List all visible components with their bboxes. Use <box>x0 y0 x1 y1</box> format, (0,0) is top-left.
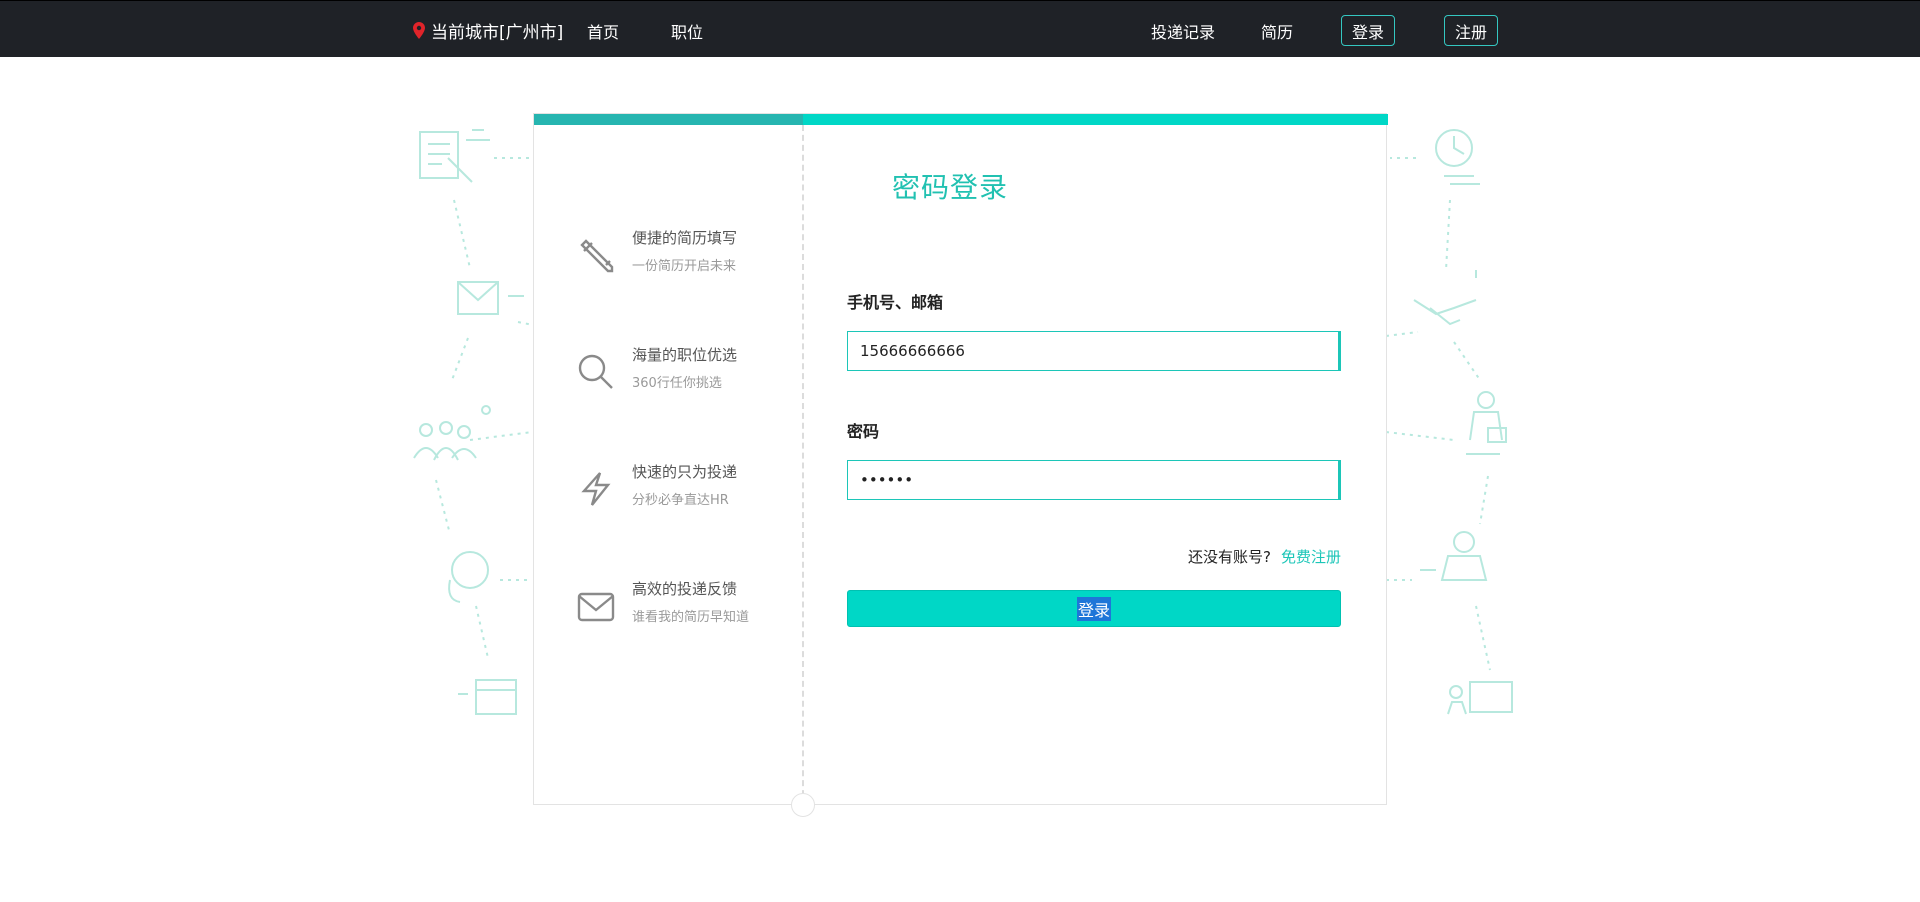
card-top-accent-right <box>803 114 1388 125</box>
feature-subtitle: 一份简历开启未来 <box>632 259 737 274</box>
login-card: 便捷的简历填写 一份简历开启未来 海量的职位优选 360行任你挑选 快速的只为投… <box>533 113 1388 817</box>
envelope-outline-icon <box>457 281 524 315</box>
nav-login-button[interactable]: 登录 <box>1341 15 1395 46</box>
feature-subtitle: 360行任你挑选 <box>632 376 722 391</box>
nav-home-link[interactable]: 首页 <box>587 19 619 43</box>
folder-icon <box>458 679 517 715</box>
pencil-icon <box>580 239 614 273</box>
nav-jobs-link[interactable]: 职位 <box>671 19 703 43</box>
register-prompt: 还没有账号? 免费注册 <box>847 546 1341 567</box>
whiteboard-icon <box>1447 681 1513 715</box>
account-label: 手机号、邮箱 <box>847 293 944 312</box>
password-input[interactable] <box>847 460 1341 500</box>
document-pen-icon <box>419 129 490 183</box>
support-headset-icon <box>448 551 532 603</box>
login-submit-label: 登录 <box>1076 596 1111 621</box>
password-label: 密码 <box>847 422 880 441</box>
handshake-icon <box>1413 270 1477 326</box>
presenter-icon <box>1420 531 1488 581</box>
nav-applications-link[interactable]: 投递记录 <box>1151 19 1215 43</box>
feature-title: 海量的职位优选 <box>632 346 738 364</box>
feature-jobs: 海量的职位优选 360行任你挑选 <box>576 344 796 404</box>
top-navbar: 当前城市[广州市] 首页 职位 投递记录 简历 登录 注册 <box>0 0 1920 57</box>
form-title: 密码登录 <box>892 171 1009 204</box>
search-icon <box>578 354 613 389</box>
businessman-icon <box>1466 391 1507 455</box>
feature-title: 快速的只为投递 <box>632 463 738 481</box>
city-label: 当前城市[广州市] <box>431 23 564 43</box>
current-city[interactable]: 当前城市[广州市] <box>413 18 563 43</box>
account-input[interactable] <box>847 331 1341 371</box>
location-pin-icon <box>413 22 425 39</box>
free-register-link[interactable]: 免费注册 <box>1281 548 1341 566</box>
feature-subtitle: 谁看我的简历早知道 <box>632 610 750 625</box>
divider-notch <box>791 793 815 817</box>
feature-resume: 便捷的简历填写 一份简历开启未来 <box>576 227 796 287</box>
no-account-text: 还没有账号? <box>1188 548 1271 566</box>
lightning-icon <box>581 472 611 506</box>
feature-feedback: 高效的投递反馈 谁看我的简历早知道 <box>576 578 796 638</box>
feature-title: 便捷的简历填写 <box>632 229 738 247</box>
feature-apply: 快速的只为投递 分秒必争直达HR <box>576 461 796 521</box>
people-group-icon <box>413 405 491 461</box>
clock-icon <box>1435 129 1480 185</box>
login-submit-button[interactable]: 登录 <box>847 590 1341 627</box>
mail-icon <box>577 592 615 622</box>
nav-resume-link[interactable]: 简历 <box>1261 19 1293 43</box>
feature-subtitle: 分秒必争直达HR <box>632 493 729 508</box>
feature-title: 高效的投递反馈 <box>632 580 738 598</box>
nav-register-button[interactable]: 注册 <box>1444 15 1498 46</box>
card-top-accent-left <box>534 114 803 125</box>
card-divider <box>802 125 804 806</box>
